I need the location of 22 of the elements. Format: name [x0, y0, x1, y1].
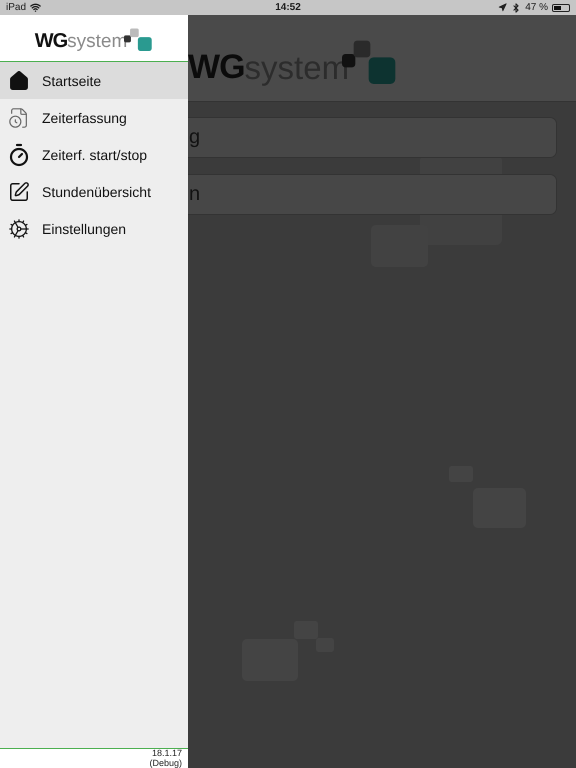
- wifi-icon: [30, 2, 42, 13]
- location-icon: [498, 3, 508, 12]
- menu-item[interactable]: Startseite: [0, 62, 188, 99]
- version-text: (Debug): [149, 758, 182, 768]
- menu-item[interactable]: Zeiterfassung: [0, 99, 188, 136]
- battery-icon: [552, 4, 570, 12]
- device-name: iPad: [6, 2, 26, 14]
- house-icon: [8, 70, 30, 92]
- stopwatch-icon: [7, 142, 31, 166]
- clock: 14:52: [275, 2, 301, 14]
- logo-wordmark-light: system: [67, 32, 128, 51]
- menu-item[interactable]: Zeiterf. start/stop: [0, 136, 188, 173]
- bluetooth-icon: [511, 2, 522, 12]
- gears-icon: [8, 218, 30, 240]
- menu-item[interactable]: Einstellungen: [0, 210, 188, 247]
- version-text: 18.1.17: [152, 749, 182, 758]
- battery-percentage: 47 %: [525, 2, 548, 14]
- document-clock-icon: [8, 106, 30, 128]
- logo-wordmark-bold: WG: [34, 31, 68, 51]
- menu-item[interactable]: Stundenübersicht: [0, 173, 188, 210]
- edit-icon: [8, 180, 30, 202]
- logo-wordmark-bold: WG: [188, 50, 245, 84]
